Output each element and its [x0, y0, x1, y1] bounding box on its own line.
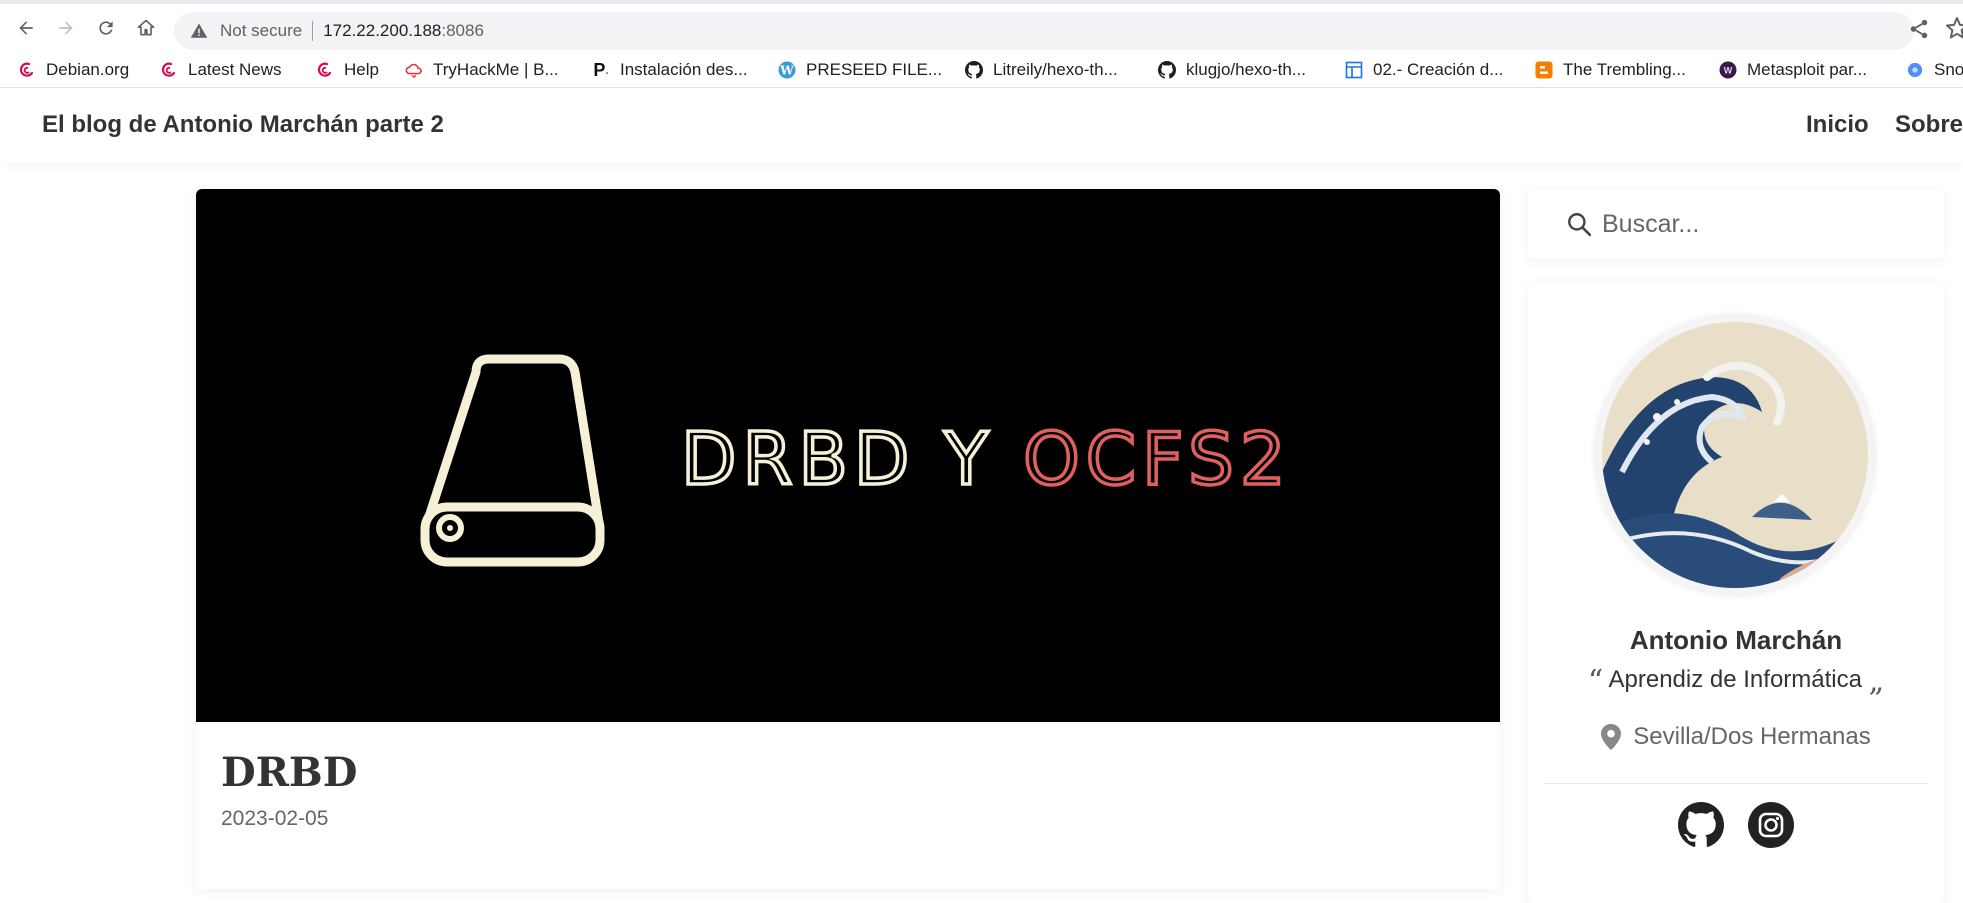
- menu-item-sobre[interactable]: Sobre: [1895, 111, 1963, 139]
- reload-icon: [99, 21, 113, 35]
- divider: [1544, 783, 1928, 784]
- post-card[interactable]: DRBD Y OCFS2 DRBD 2023-02-05: [196, 189, 1500, 889]
- blue-circle-icon: [1906, 61, 1924, 79]
- bookmark-preseed[interactable]: W PRESEED FILE...: [778, 58, 942, 82]
- author-bio-text: Aprendiz de Informática: [1608, 666, 1862, 693]
- bookmark-creacion[interactable]: 02.- Creación d...: [1345, 58, 1503, 82]
- security-label[interactable]: Not secure: [220, 21, 302, 41]
- author-bio: “ Aprendiz de Informática „: [1528, 664, 1944, 699]
- menu-item-inicio[interactable]: Inicio: [1806, 111, 1869, 139]
- bookmark-label: klugjo/hexo-th...: [1186, 60, 1307, 79]
- instagram-icon: [1748, 802, 1794, 848]
- p-logo-icon: P.: [593, 59, 609, 80]
- bookmark-label: Sno: [1934, 60, 1963, 79]
- wordpress-icon: W: [778, 61, 796, 79]
- bookmark-label: Metasploit par...: [1747, 60, 1868, 79]
- bookmark-star-icon[interactable]: [1945, 16, 1963, 40]
- bookmark-trembling[interactable]: The Trembling...: [1535, 58, 1686, 82]
- hard-drive-banner: DRBD Y OCFS2: [420, 354, 1292, 567]
- bookmark-klugjo[interactable]: klugjo/hexo-th...: [1158, 58, 1306, 82]
- post-hero-image[interactable]: DRBD Y OCFS2: [196, 189, 1500, 722]
- bookmark-metasploit[interactable]: W Metasploit par...: [1719, 58, 1867, 82]
- avatar: [1596, 316, 1874, 594]
- omnibox-separator: [312, 21, 314, 41]
- debian-icon: [18, 61, 36, 79]
- home-icon: [137, 19, 155, 36]
- hero-title: DRBD Y OCFS2: [681, 417, 1292, 501]
- bookmark-label: TryHackMe | B...: [433, 60, 559, 79]
- profile-card: Antonio Marchán “ Aprendiz de Informátic…: [1528, 283, 1944, 903]
- bookmark-instalacion[interactable]: P. Instalación des...: [592, 58, 748, 82]
- author-location-text: Sevilla/Dos Hermanas: [1633, 723, 1871, 750]
- svg-text:W: W: [1724, 66, 1733, 76]
- github-icon: [1678, 802, 1724, 847]
- great-wave-image: [1602, 322, 1868, 588]
- bookmark-label: Instalación des...: [620, 60, 748, 79]
- debian-icon: [316, 61, 334, 79]
- hard-drive-icon: [420, 354, 605, 567]
- bookmark-label: Debian.org: [46, 60, 130, 79]
- arrow-right-icon: [59, 21, 73, 35]
- bookmark-debian[interactable]: Debian.org: [18, 58, 129, 82]
- bookmark-label: 02.- Creación d...: [1373, 60, 1504, 79]
- bookmarks-bar: Debian.org Latest News Help TryHackMe | …: [0, 52, 1963, 88]
- svg-text:W: W: [779, 64, 794, 78]
- author-name: Antonio Marchán: [1629, 625, 1843, 655]
- bookmark-label: The Trembling...: [1563, 60, 1686, 79]
- bookmark-tryhackme[interactable]: TryHackMe | B...: [405, 58, 559, 82]
- hero-title-part2: OCFS2: [1023, 417, 1292, 501]
- github-icon: [965, 61, 983, 79]
- bookmark-sno[interactable]: Sno: [1906, 58, 1963, 82]
- back-button[interactable]: [10, 12, 42, 44]
- web-page: El blog de Antonio Marchán parte 2 Inici…: [0, 89, 1963, 903]
- search-icon: [1568, 213, 1592, 237]
- author-location: Sevilla/Dos Hermanas: [1528, 723, 1944, 751]
- home-button[interactable]: [130, 12, 162, 44]
- hero-title-part1: DRBD Y: [681, 417, 1023, 501]
- bookmark-label: PRESEED FILE...: [806, 60, 943, 79]
- debian-icon: [160, 61, 178, 79]
- url-host: 172.22.200.188: [323, 21, 442, 40]
- bookmark-label: Help: [344, 60, 379, 79]
- blogger-icon: [1535, 61, 1553, 79]
- site-title[interactable]: El blog de Antonio Marchán parte 2: [42, 111, 444, 139]
- layout-icon: [1345, 61, 1363, 79]
- bookmark-latest-news[interactable]: Latest News: [160, 58, 282, 82]
- close-quote-icon: „: [1868, 664, 1885, 699]
- map-pin-icon: [1601, 724, 1622, 750]
- github-icon: [1158, 61, 1176, 79]
- github-link[interactable]: [1678, 802, 1724, 848]
- url-port: :8086: [441, 21, 484, 40]
- open-quote-icon: “: [1587, 664, 1604, 699]
- bookmark-litreily[interactable]: Litreily/hexo-th...: [965, 58, 1118, 82]
- warning-icon: [190, 23, 208, 38]
- browser-toolbar: Not secure 172.22.200.188:8086: [0, 0, 1963, 52]
- share-icon[interactable]: [1908, 18, 1930, 40]
- post-date: 2023-02-05: [221, 807, 329, 830]
- search-box: [1528, 189, 1944, 259]
- metasploit-icon: W: [1719, 61, 1737, 79]
- bookmark-label: Latest News: [188, 60, 282, 79]
- forward-button[interactable]: [50, 12, 82, 44]
- arrow-left-icon: [19, 21, 33, 35]
- bookmark-label: Litreily/hexo-th...: [993, 60, 1118, 79]
- address-bar[interactable]: Not secure 172.22.200.188:8086: [174, 12, 1914, 50]
- bookmark-help[interactable]: Help: [316, 58, 379, 82]
- reload-button[interactable]: [90, 12, 122, 44]
- post-title[interactable]: DRBD: [221, 749, 357, 796]
- tryhackme-icon: [405, 61, 423, 79]
- search-input[interactable]: [1602, 204, 1922, 244]
- site-header: El blog de Antonio Marchán parte 2 Inici…: [0, 89, 1963, 163]
- instagram-link[interactable]: [1748, 802, 1794, 848]
